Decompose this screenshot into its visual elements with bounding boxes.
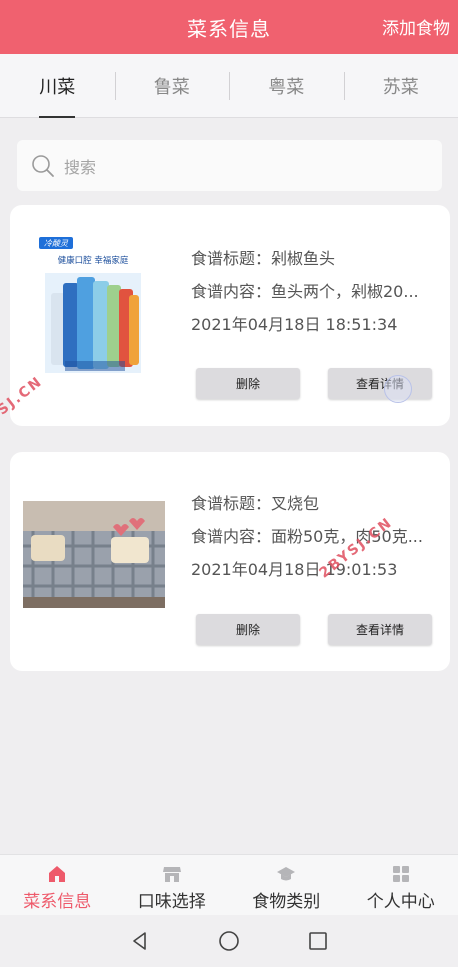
page-title: 菜系信息 <box>187 16 271 41</box>
recipe-title: 食谱标题：剁椒鱼头 <box>191 249 336 268</box>
store-icon <box>162 867 181 882</box>
system-navigation-bar <box>0 915 458 967</box>
cuisine-tabs: 川菜 鲁菜 粤菜 苏菜 <box>0 54 458 118</box>
sofa-photo-image <box>23 501 165 608</box>
tab-su[interactable]: 苏菜 <box>343 54 458 118</box>
tab-label: 川菜 <box>39 76 76 98</box>
view-details-button[interactable]: 查看详情 <box>328 368 432 399</box>
brand-logo-text: 冷酸灵 <box>44 239 69 248</box>
nav-label: 食物类别 <box>252 892 321 912</box>
touch-ripple <box>384 375 412 403</box>
tab-label: 苏菜 <box>382 76 419 98</box>
recipe-time: 2021年04月18日 19:01:53 <box>191 560 398 579</box>
recipe-card: 食谱标题：叉烧包 食谱内容：面粉50克，肉50克... 2021年04月18日 … <box>10 452 450 671</box>
nav-label: 口味选择 <box>137 892 206 912</box>
app-header: 菜系信息 添加食物 <box>0 0 458 54</box>
tab-yue[interactable]: 粤菜 <box>229 54 344 118</box>
toothpaste-product-image: 冷酸灵 健康口腔 幸福家庭 <box>37 235 149 383</box>
search-input[interactable]: 搜索 <box>17 140 442 191</box>
recents-square-icon[interactable] <box>307 930 329 952</box>
recipe-time: 2021年04月18日 18:51:34 <box>191 315 398 334</box>
search-placeholder: 搜索 <box>64 157 97 177</box>
image-slogan: 健康口腔 幸福家庭 <box>58 255 129 266</box>
view-details-button[interactable]: 查看详情 <box>328 614 432 645</box>
recipe-info: 食谱标题：剁椒鱼头 食谱内容：鱼头两个，剁椒20... 2021年04月18日 … <box>191 242 419 341</box>
recipe-content: 食谱内容：鱼头两个，剁椒20... <box>191 282 419 301</box>
nav-item-personal-center[interactable]: 个人中心 <box>344 855 458 915</box>
tab-lu[interactable]: 鲁菜 <box>114 54 230 118</box>
nav-label: 菜系信息 <box>23 892 92 912</box>
nav-item-cuisine-info[interactable]: 菜系信息 <box>0 855 115 915</box>
home-icon <box>49 866 66 882</box>
grid-icon <box>392 866 409 882</box>
delete-button[interactable]: 删除 <box>196 614 300 645</box>
tab-chuan[interactable]: 川菜 <box>0 54 115 118</box>
back-icon[interactable] <box>129 930 151 952</box>
tab-label: 粤菜 <box>268 76 305 98</box>
home-circle-icon[interactable] <box>218 930 240 952</box>
search-icon <box>32 154 54 177</box>
recipe-image <box>23 501 165 608</box>
tab-label: 鲁菜 <box>153 76 190 98</box>
nav-label: 个人中心 <box>366 892 435 912</box>
recipe-info: 食谱标题：叉烧包 食谱内容：面粉50克，肉50克... 2021年04月18日 … <box>191 487 423 586</box>
recipe-title: 食谱标题：叉烧包 <box>191 494 320 513</box>
recipe-image: 冷酸灵 健康口腔 幸福家庭 <box>37 235 149 383</box>
bottom-navigation: 菜系信息 口味选择 食物类别 个人中心 <box>0 854 458 915</box>
active-tab-indicator <box>39 115 76 118</box>
nav-item-taste-selection[interactable]: 口味选择 <box>115 855 230 915</box>
nav-item-food-category[interactable]: 食物类别 <box>229 855 344 915</box>
graduation-cap-icon <box>277 867 296 881</box>
delete-button[interactable]: 删除 <box>196 368 300 399</box>
recipe-card: 冷酸灵 健康口腔 幸福家庭 食谱标题：剁椒鱼头 食谱内容：鱼头两个，剁椒20..… <box>10 205 450 426</box>
add-food-button[interactable]: 添加食物 <box>382 14 450 39</box>
